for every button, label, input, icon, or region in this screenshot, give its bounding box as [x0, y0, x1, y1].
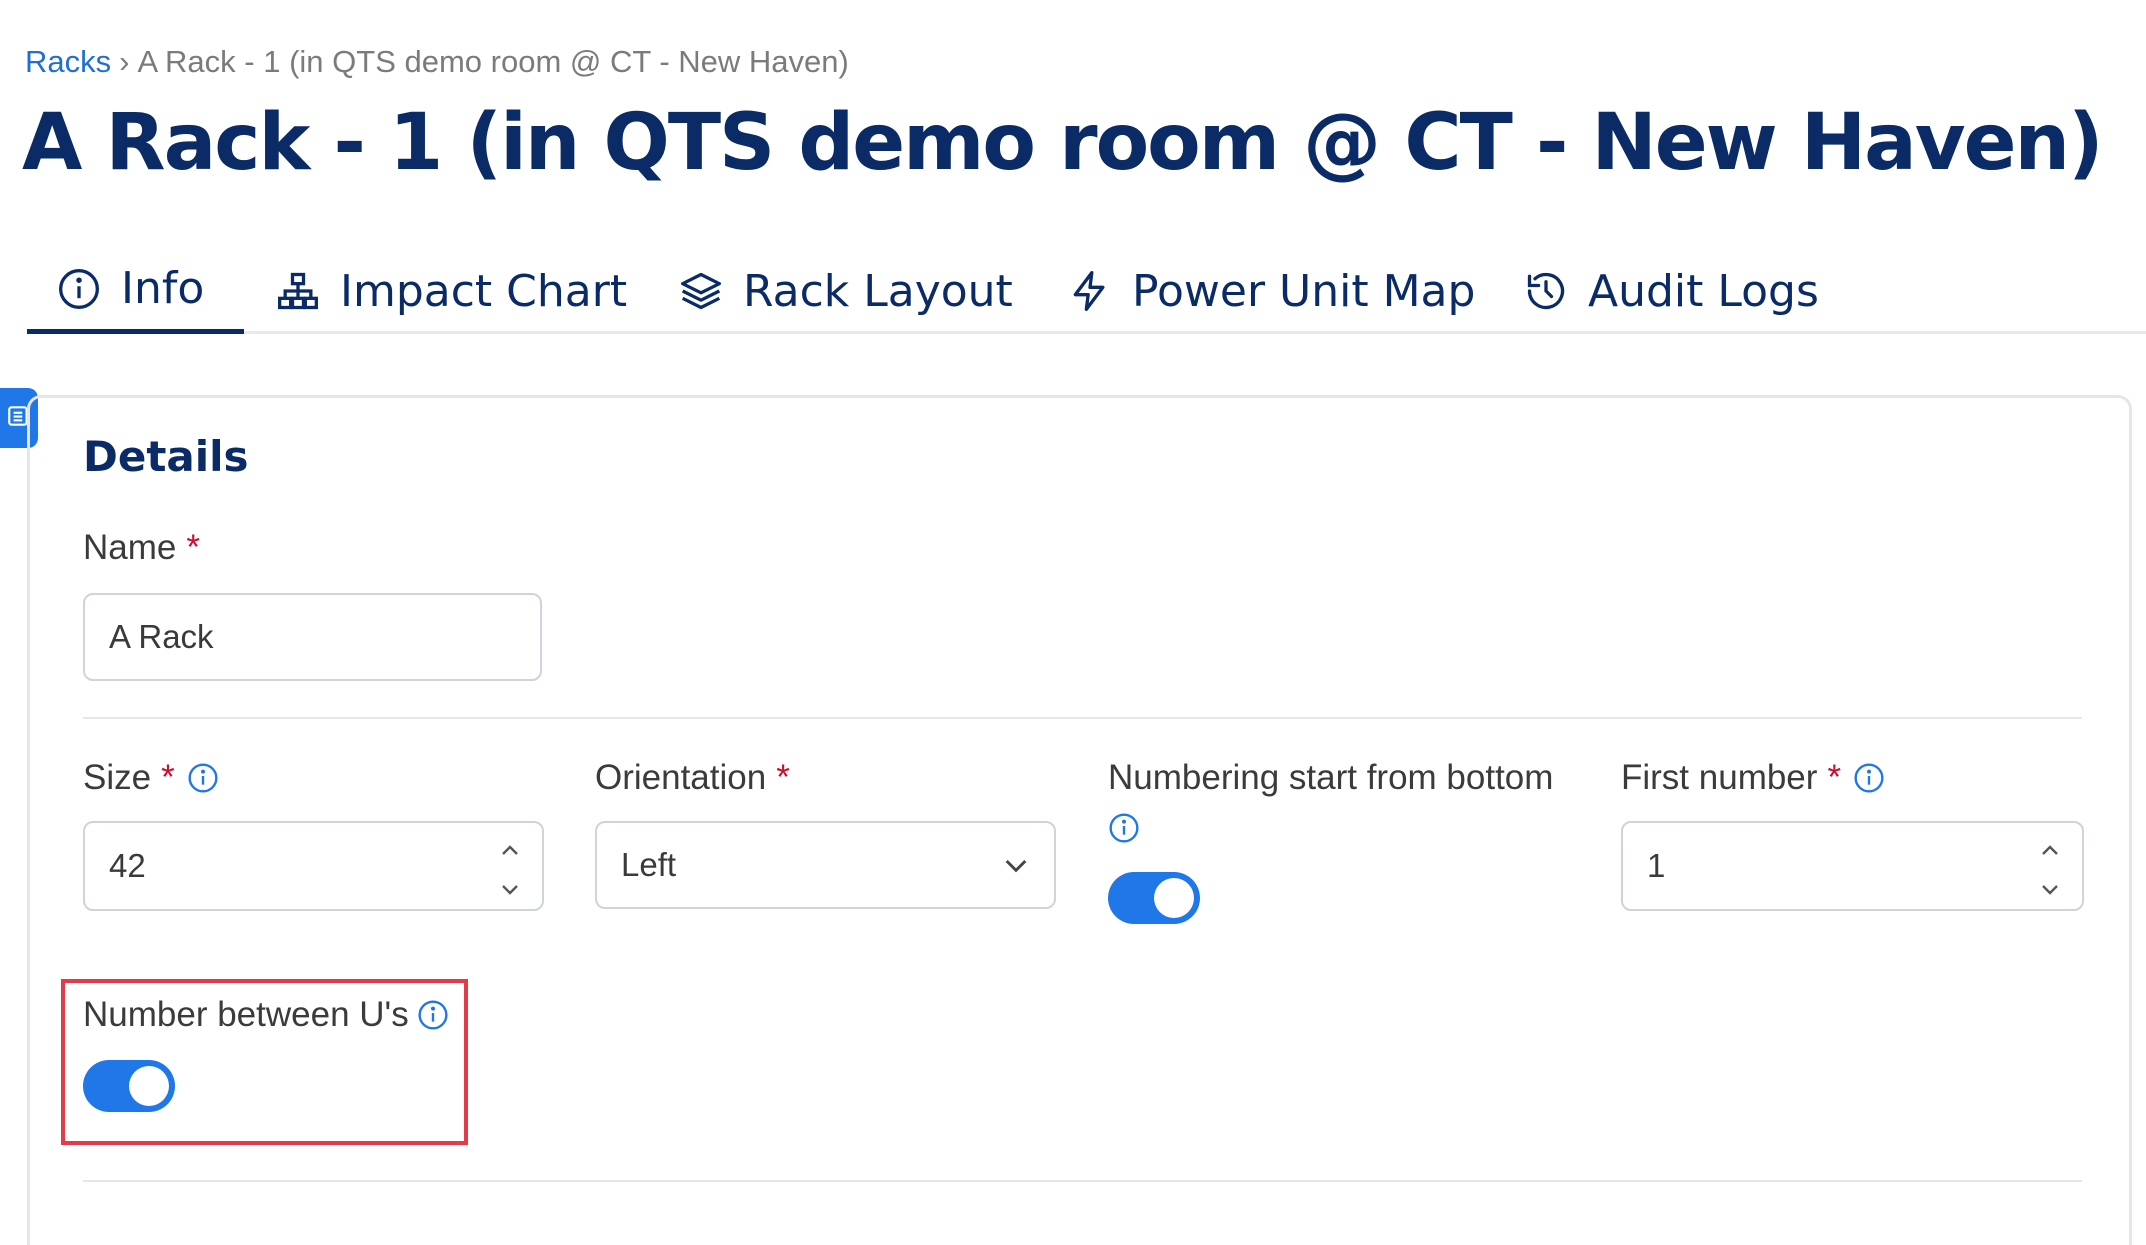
first-number-label-text: First number — [1621, 758, 1818, 797]
section-title-details: Details — [83, 432, 249, 481]
toggle-knob — [129, 1066, 169, 1106]
numbering-label: Numbering start from bottom — [1108, 758, 1553, 798]
size-input-value: 42 — [109, 847, 146, 884]
orientation-select[interactable]: Left — [595, 821, 1056, 909]
toggle-knob — [1154, 878, 1194, 918]
orientation-label-text: Orientation — [595, 758, 767, 797]
size-number-input[interactable]: 42 — [83, 821, 544, 911]
name-label: Name * — [83, 528, 200, 568]
breadcrumb-separator: › — [119, 44, 130, 79]
tab-impact-chart[interactable]: Impact Chart — [276, 248, 627, 334]
numbering-info-icon[interactable] — [1108, 812, 1140, 844]
tab-rack-layout-label: Rack Layout — [743, 265, 1013, 317]
tab-rack-layout[interactable]: Rack Layout — [679, 248, 1013, 334]
orientation-select-value: Left — [621, 846, 677, 883]
tab-info-label: Info — [121, 263, 205, 314]
required-mark: * — [161, 758, 175, 797]
chevron-down-icon[interactable] — [498, 871, 522, 909]
size-label-text: Size — [83, 758, 152, 797]
size-label: Size * — [83, 758, 219, 798]
chevron-down-icon — [1000, 849, 1032, 889]
number-between-label-text: Number between U's — [83, 995, 409, 1034]
info-circle-icon — [57, 267, 101, 311]
orientation-label: Orientation * — [595, 758, 790, 798]
layers-icon — [679, 269, 723, 313]
number-between-info-icon[interactable] — [417, 999, 449, 1031]
numbering-label-text: Numbering start from bottom — [1108, 758, 1554, 797]
name-input-value: A Rack — [109, 618, 214, 655]
number-between-label: Number between U's — [83, 995, 449, 1035]
section-divider — [83, 717, 2082, 719]
page-title: A Rack - 1 (in QTS demo room @ CT - New … — [22, 98, 2104, 188]
first-number-info-icon[interactable] — [1853, 762, 1885, 794]
tab-power-unit-map[interactable]: Power Unit Map — [1068, 248, 1475, 334]
name-input[interactable]: A Rack — [83, 593, 542, 681]
breadcrumb-racks-link[interactable]: Racks — [25, 44, 111, 79]
size-stepper — [498, 833, 522, 899]
required-mark: * — [776, 758, 790, 797]
size-info-icon[interactable] — [187, 762, 219, 794]
first-number-label: First number * — [1621, 758, 1885, 798]
section-divider-bottom — [83, 1180, 2082, 1182]
lightning-icon — [1068, 269, 1112, 313]
numbering-from-bottom-toggle[interactable] — [1108, 872, 1200, 924]
first-number-stepper — [2038, 833, 2062, 899]
first-number-input-value: 1 — [1647, 847, 1666, 884]
first-number-input[interactable]: 1 — [1621, 821, 2084, 911]
history-icon — [1524, 269, 1568, 313]
breadcrumb: Racks › A Rack - 1 (in QTS demo room @ CT … — [25, 44, 849, 80]
tab-power-unit-map-label: Power Unit Map — [1132, 265, 1476, 317]
chevron-down-icon[interactable] — [2038, 871, 2062, 909]
breadcrumb-current: A Rack - 1 (in QTS demo room @ CT - New … — [137, 44, 849, 79]
required-mark: * — [186, 528, 200, 567]
tab-info[interactable]: Info — [27, 248, 244, 334]
chevron-up-icon[interactable] — [498, 833, 522, 871]
tab-impact-chart-label: Impact Chart — [340, 265, 628, 317]
tab-audit-logs[interactable]: Audit Logs — [1524, 248, 1819, 334]
tab-audit-logs-label: Audit Logs — [1588, 265, 1819, 317]
required-mark: * — [1827, 758, 1842, 797]
hierarchy-icon — [276, 269, 320, 313]
name-label-text: Name — [83, 528, 177, 567]
tab-bar: Info Impact Chart Rack Layout Power Unit… — [27, 248, 2146, 334]
number-between-toggle[interactable] — [83, 1060, 175, 1112]
chevron-up-icon[interactable] — [2038, 833, 2062, 871]
